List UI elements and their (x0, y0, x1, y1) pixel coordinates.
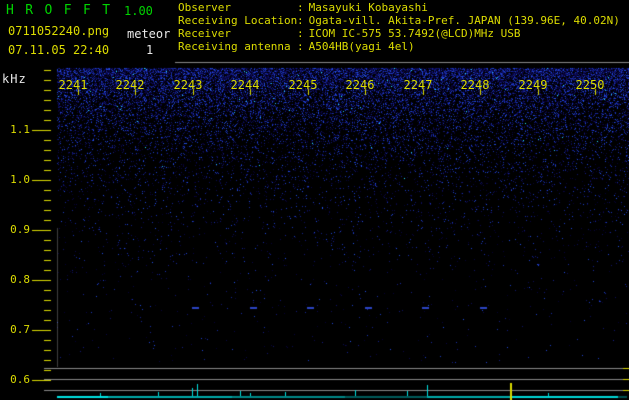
time-tick-label: 2245 (288, 78, 318, 92)
freq-tick-label: 0.9 (10, 223, 30, 236)
info-label: Receiver (178, 27, 231, 40)
output-filename: 0711052240.png (8, 24, 110, 38)
app-version: 1.00 (124, 4, 153, 18)
info-value: Ogata-vill. Akita-Pref. JAPAN (139.96E, … (308, 14, 620, 27)
time-tick-label: 2244 (230, 78, 260, 92)
time-tick-label: 2248 (460, 78, 490, 92)
info-colon: : (297, 27, 304, 40)
time-tick-label: 2250 (575, 78, 605, 92)
freq-tick-label: 1.0 (10, 173, 30, 186)
time-tick-label: 2241 (58, 78, 88, 92)
info-colon: : (297, 14, 304, 27)
time-tick-label: 2246 (345, 78, 375, 92)
info-colon: : (297, 40, 304, 53)
meteor-count: 1 (146, 43, 154, 57)
info-row-location: Receiving Location: Ogata-vill. Akita-Pre… (178, 15, 620, 27)
freq-tick-label: 1.1 (10, 123, 30, 136)
time-tick-label: 2242 (115, 78, 145, 92)
info-value: ICOM IC-575 53.7492(@LCD)MHz USB (308, 27, 521, 40)
app-title: H R O F F T (6, 3, 112, 18)
freq-tick-label: 0.6 (10, 373, 30, 386)
time-tick-label: 2247 (403, 78, 433, 92)
time-tick-label: 2243 (173, 78, 203, 92)
y-axis-unit-label: kHz (2, 72, 27, 86)
info-value: A504HB(yagi 4el) (308, 40, 415, 53)
spectrogram-canvas (0, 0, 629, 400)
freq-tick-label: 0.8 (10, 273, 30, 286)
info-value: Masayuki Kobayashi (308, 1, 428, 14)
info-label: Observer (178, 1, 231, 14)
info-label: Receiving Location (178, 14, 298, 27)
freq-tick-label: 0.7 (10, 323, 30, 336)
info-label: Receiving antenna (178, 40, 291, 53)
mode-label: meteor (127, 27, 171, 41)
info-row-receiver: Receiver: ICOM IC-575 53.7492(@LCD)MHz US… (178, 28, 521, 40)
info-row-observer: Observer: Masayuki Kobayashi (178, 2, 428, 14)
info-colon: : (297, 1, 304, 14)
time-tick-label: 2249 (518, 78, 548, 92)
observation-datetime: 07.11.05 22:40 (8, 43, 110, 57)
info-row-antenna: Receiving antenna: A504HB(yagi 4el) (178, 41, 415, 53)
hrofft-screen: { "header": { "app_title": "H R O F F T"… (0, 0, 629, 400)
